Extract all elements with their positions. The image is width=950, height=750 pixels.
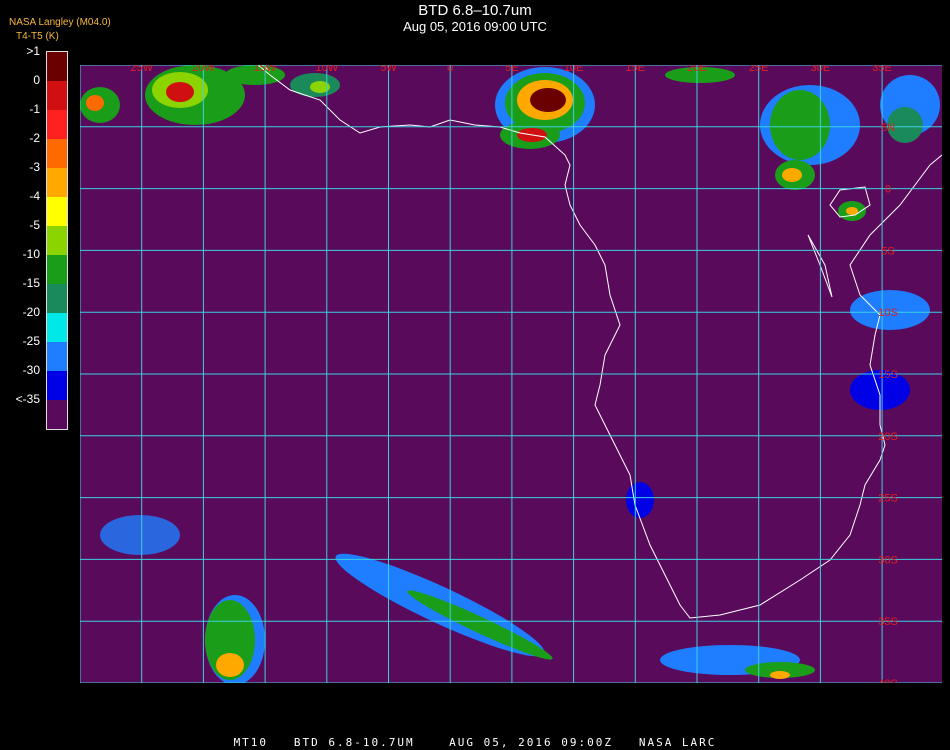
legend-label: >1 <box>26 44 40 58</box>
latitude-label: 5N <box>881 122 895 134</box>
latitude-label: 15S <box>878 369 898 381</box>
latitude-label: 30S <box>878 554 898 566</box>
legend-label: -15 <box>22 276 40 290</box>
legend-label: -3 <box>29 160 40 174</box>
longitude-label: 10E <box>564 65 584 74</box>
legend-swatch <box>47 139 67 168</box>
legend-swatch <box>47 110 67 139</box>
map-title: BTD 6.8–10.7um <box>418 2 532 19</box>
legend-label: -5 <box>29 218 40 232</box>
legend-label: -2 <box>29 131 40 145</box>
legend-swatch <box>47 226 67 255</box>
latitude-label: 5S <box>881 245 894 257</box>
legend-swatch <box>47 81 67 110</box>
latitude-label: 0 <box>885 184 891 196</box>
legend-swatch <box>47 400 67 429</box>
legend-label: -20 <box>22 305 40 319</box>
legend-label: -25 <box>22 334 40 348</box>
legend-label: -30 <box>22 363 40 377</box>
organization-label: NASA Langley (M04.0) <box>9 17 111 28</box>
legend-label: -10 <box>22 247 40 261</box>
longitude-label: 10W <box>315 65 338 74</box>
longitude-label: 5W <box>380 65 397 74</box>
legend-label: <-35 <box>15 392 40 406</box>
satellite-map: 25W 20W 15W 10W 5W 0 5E 10E 15E 20E 25E 30E 35E 5N 0 5S… <box>80 65 942 683</box>
legend-swatch <box>47 197 67 226</box>
legend-swatch <box>47 371 67 400</box>
latitude-label: 35S <box>878 616 898 628</box>
legend-label: -1 <box>29 102 40 116</box>
map-timestamp: Aug 05, 2016 09:00 UTC <box>403 19 547 34</box>
legend-swatch <box>47 168 67 197</box>
legend-swatch <box>47 313 67 342</box>
longitude-label: 25E <box>749 65 769 74</box>
longitude-label: 20W <box>192 65 215 74</box>
longitude-label: 0 <box>447 65 453 74</box>
color-legend <box>46 51 68 430</box>
legend-swatch <box>47 52 67 81</box>
longitude-label: 30E <box>811 65 831 74</box>
longitude-label: 15E <box>626 65 646 74</box>
legend-label: 0 <box>33 73 40 87</box>
longitude-label: 35E <box>872 65 892 74</box>
latitude-label: 10S <box>878 307 898 319</box>
footer-caption: MT10 BTD 6.8-10.7UM AUG 05, 2016 09:00Z … <box>233 736 717 749</box>
legend-swatch <box>47 342 67 371</box>
longitude-label: 5E <box>505 65 518 74</box>
longitude-label: 25W <box>130 65 153 74</box>
legend-label: -4 <box>29 189 40 203</box>
longitude-label: 20E <box>687 65 707 74</box>
parameter-label: T4-T5 (K) <box>16 31 59 42</box>
legend-swatch <box>47 284 67 313</box>
latitude-label: 25S <box>878 493 898 505</box>
latitude-label: 40S <box>878 678 898 683</box>
latitude-label: 20S <box>878 431 898 443</box>
legend-swatch <box>47 255 67 284</box>
longitude-label: 15W <box>254 65 277 74</box>
